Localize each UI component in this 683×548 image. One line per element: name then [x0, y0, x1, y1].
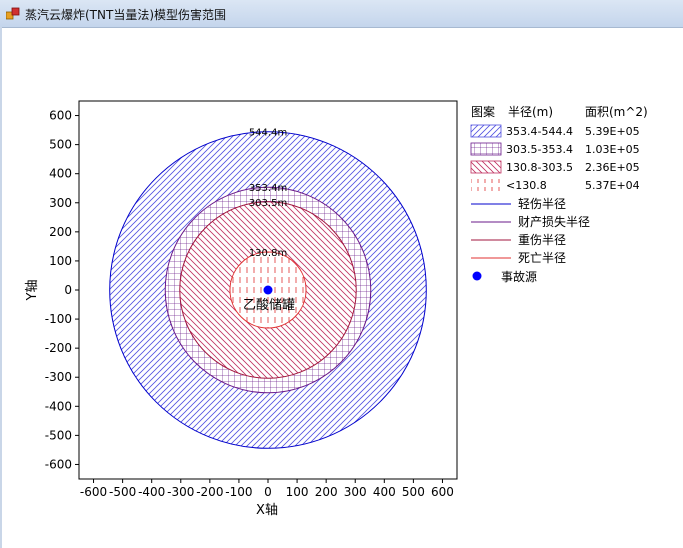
legend-line-label: 重伤半径 — [518, 233, 566, 247]
legend-header-radius: 半径(m) — [508, 105, 553, 119]
y-tick-label: -500 — [45, 428, 72, 442]
legend: 图案 半径(m) 面积(m^2) 353.4-544.4 5.39E+05 303.… — [470, 104, 648, 284]
x-tick-label: 600 — [431, 485, 454, 499]
x-tick-label: 300 — [344, 485, 367, 499]
legend-area: 5.39E+05 — [585, 125, 640, 138]
x-tick-label: 0 — [264, 485, 272, 499]
y-tick-label: -400 — [45, 399, 72, 413]
legend-header-area: 面积(m^2) — [585, 105, 648, 119]
y-tick-label: 0 — [64, 283, 72, 297]
legend-range: 353.4-544.4 — [506, 125, 573, 138]
x-tick-label: 400 — [373, 485, 396, 499]
legend-source-label: 事故源 — [501, 269, 537, 284]
x-tick-label: 100 — [286, 485, 309, 499]
legend-range: 130.8-303.5 — [506, 161, 573, 174]
legend-line-label: 死亡半径 — [518, 251, 566, 265]
y-tick-label: 200 — [49, 225, 72, 239]
ring-radius-label: 353.4m — [249, 183, 287, 194]
source-label: 乙酸储罐 — [243, 298, 295, 313]
y-tick-label: -300 — [45, 370, 72, 384]
x-tick-label: 500 — [402, 485, 425, 499]
ring-radius-label: 303.5m — [249, 198, 287, 209]
legend-header-pattern: 图案 — [471, 104, 495, 119]
legend-area: 5.37E+04 — [585, 179, 640, 192]
x-tick-label: 200 — [315, 485, 338, 499]
damage-range-chart: 544.4m353.4m303.5m130.8m 乙酸储罐 -600 -500 -4… — [25, 100, 648, 518]
x-axis-label: X轴 — [256, 503, 278, 518]
x-tick-label: -600 — [80, 485, 107, 499]
x-tick-label: -100 — [225, 485, 252, 499]
window-titlebar[interactable]: 蒸汽云爆炸(TNT当量法)模型伤害范围 — [0, 0, 683, 28]
x-tick-label: -300 — [167, 485, 194, 499]
y-tick-label: -200 — [45, 341, 72, 355]
legend-area: 1.03E+05 — [585, 143, 640, 156]
y-tick-label: -100 — [45, 312, 72, 326]
y-tick-label: 400 — [49, 167, 72, 181]
ring-radius-label: 130.8m — [249, 248, 287, 259]
y-axis-label: Y轴 — [25, 280, 40, 302]
x-tick-label: -500 — [109, 485, 136, 499]
accident-source-marker — [263, 285, 273, 295]
y-tick-label: 600 — [49, 109, 72, 123]
legend-swatch-vertical — [471, 179, 501, 191]
legend-swatch-grid — [470, 142, 502, 156]
window-title: 蒸汽云爆炸(TNT当量法)模型伤害范围 — [25, 8, 227, 22]
legend-source-marker — [472, 271, 482, 281]
x-tick-label: -400 — [138, 485, 165, 499]
app-icon — [6, 7, 20, 20]
legend-range: 303.5-353.4 — [506, 143, 573, 156]
legend-range: <130.8 — [506, 179, 547, 192]
legend-area: 2.36E+05 — [585, 161, 640, 174]
y-tick-label: 300 — [49, 196, 72, 210]
legend-line-label: 财产损失半径 — [518, 214, 590, 229]
y-tick-label: -600 — [45, 457, 72, 471]
y-tick-label: 500 — [49, 138, 72, 152]
legend-swatch-diag-fwd — [470, 124, 502, 138]
ring-radius-label: 544.4m — [249, 128, 287, 139]
y-tick-label: 100 — [49, 254, 72, 268]
legend-line-label: 轻伤半径 — [518, 197, 566, 211]
x-tick-label: -200 — [196, 485, 223, 499]
legend-swatch-diag-back — [470, 160, 502, 174]
